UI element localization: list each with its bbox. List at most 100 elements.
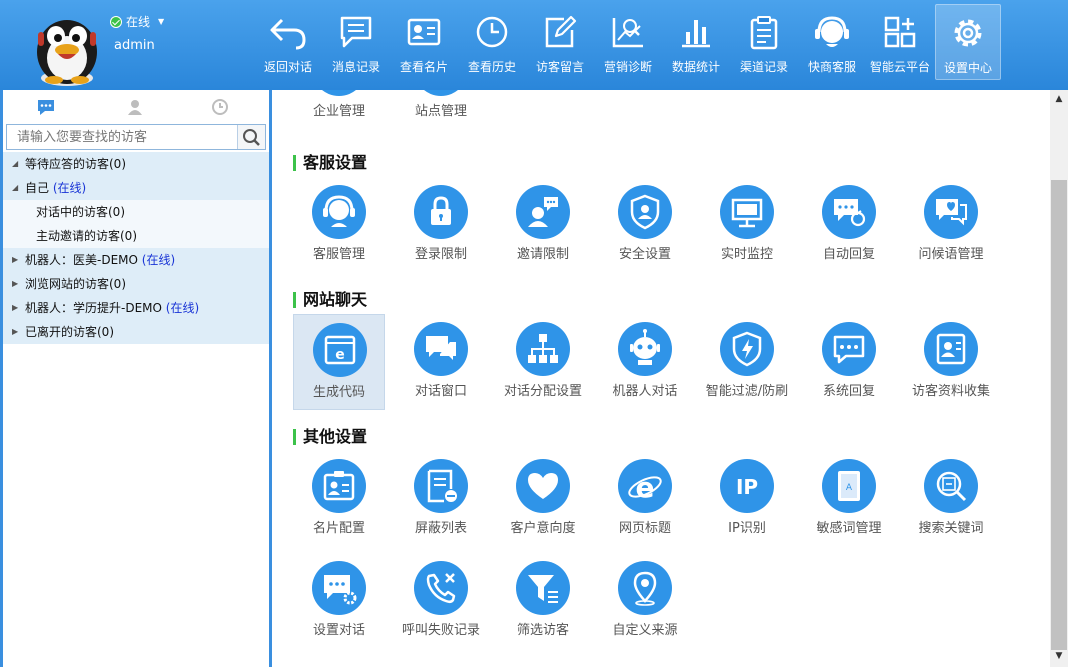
tile-call-failed[interactable]: 呼叫失败记录 — [395, 553, 487, 649]
status-text: 在线 — [126, 15, 151, 29]
monitor-icon — [731, 198, 763, 228]
online-status[interactable]: 在线 ▼ — [110, 13, 164, 30]
user-icon — [128, 100, 142, 115]
scroll-down-arrow-icon[interactable]: ▼ — [1050, 651, 1068, 665]
svg-text:IP: IP — [736, 475, 758, 499]
tile-smart-filter[interactable]: 智能过滤/防刷 — [701, 314, 793, 410]
nav-return-chat[interactable]: 返回对话 — [255, 4, 321, 80]
tile-enterprise-management[interactable]: 企业管理 — [293, 90, 385, 130]
tile-sensitive-words[interactable]: A 敏感词管理 — [803, 451, 895, 547]
tile-customer-intent[interactable]: 客户意向度 — [497, 451, 589, 547]
tree-invited[interactable]: 主动邀请的访客(0) — [3, 224, 269, 248]
location-pin-icon — [633, 571, 657, 606]
settings-content: 企业管理 站点管理 客服设置 客服管理 登录限制 邀请限制 安全设置 实时监控 … — [275, 90, 1050, 667]
robot-icon — [630, 329, 660, 365]
tile-label: 实时监控 — [720, 247, 773, 262]
tab-history[interactable] — [210, 98, 230, 116]
tile-chat-distribution[interactable]: 对话分配设置 — [497, 314, 589, 410]
tree-talking[interactable]: 对话中的访客(0) — [3, 200, 269, 224]
tile-system-reply[interactable]: 系统回复 — [803, 314, 895, 410]
search-input[interactable] — [7, 125, 235, 149]
tile-auto-reply[interactable]: 自动回复 — [803, 177, 895, 273]
search-button[interactable] — [237, 125, 265, 149]
nav-view-card[interactable]: 查看名片 — [391, 4, 457, 80]
message-record-icon — [340, 16, 372, 48]
scroll-thumb[interactable] — [1051, 180, 1067, 650]
nav-channel-record[interactable]: 渠道记录 — [731, 4, 797, 80]
tile-realtime-monitor[interactable]: 实时监控 — [701, 177, 793, 273]
tab-chat[interactable] — [36, 98, 56, 116]
nav-label: 数据统计 — [671, 60, 720, 74]
nav-marketing-diagnosis[interactable]: 营销诊断 — [595, 4, 661, 80]
scroll-up-arrow-icon[interactable]: ▲ — [1050, 94, 1068, 108]
visitor-panel: ◢ 等待应答的访客(0) ◢ 自己 (在线) 对话中的访客(0) 主动邀请的访客… — [0, 90, 272, 667]
nav-visitor-message[interactable]: 访客留言 — [527, 4, 593, 80]
tile-security-settings[interactable]: 安全设置 — [599, 177, 691, 273]
tile-label: 自定义来源 — [612, 623, 678, 638]
tile-ip-recognition[interactable]: IP IP识别 — [701, 451, 793, 547]
visitor-tabs — [3, 90, 269, 122]
tile-card-config[interactable]: 名片配置 — [293, 451, 385, 547]
avatar[interactable] — [28, 0, 106, 88]
collapsed-arrow-icon: ▶ — [12, 303, 19, 312]
tile-label: 生成代码 — [312, 385, 365, 400]
nav-settings-center[interactable]: 设置中心 — [935, 4, 1001, 80]
tile-label: 自动回复 — [822, 247, 875, 262]
tile-chat-window[interactable]: 对话窗口 — [395, 314, 487, 410]
call-failed-icon — [426, 573, 456, 604]
tile-custom-source[interactable]: 自定义来源 — [599, 553, 691, 649]
collapsed-arrow-icon: ▶ — [12, 327, 19, 336]
keyword-search-icon — [936, 471, 967, 502]
tile-greeting-management[interactable]: 问候语管理 — [905, 177, 997, 273]
filter-shield-icon — [732, 331, 762, 367]
tile-visitor-profile[interactable]: 访客资料收集 — [905, 314, 997, 410]
vertical-scrollbar[interactable]: ▲ ▼ — [1050, 90, 1068, 667]
tile-label: IP识别 — [728, 521, 766, 536]
nav-message-record[interactable]: 消息记录 — [323, 4, 389, 80]
tree-robot-medical[interactable]: ▶ 机器人：医美-DEMO (在线) — [3, 248, 269, 272]
tile-label: 呼叫失败记录 — [401, 623, 480, 638]
tile-login-restriction[interactable]: 登录限制 — [395, 177, 487, 273]
search-icon — [243, 129, 260, 146]
online-label: (在线) — [52, 181, 87, 195]
nav-label: 返回对话 — [263, 60, 312, 74]
ip-icon: IP — [736, 475, 758, 499]
tree-browsing[interactable]: ▶ 浏览网站的访客(0) — [3, 272, 269, 296]
tile-label: 客户意向度 — [510, 521, 576, 536]
tree-label: 等待应答的访客(0) — [25, 157, 126, 171]
tile-label: 对话窗口 — [414, 384, 467, 399]
tree-waiting[interactable]: ◢ 等待应答的访客(0) — [3, 152, 269, 176]
tile-generate-code[interactable]: e 生成代码 — [293, 314, 385, 410]
svg-text:e: e — [636, 471, 655, 504]
tree-left[interactable]: ▶ 已离开的访客(0) — [3, 320, 269, 344]
nav-kuaishang-service[interactable]: 快商客服 — [799, 4, 865, 80]
tile-search-keywords[interactable]: 搜索关键词 — [905, 451, 997, 547]
nav-smart-cloud[interactable]: 智能云平台 — [867, 4, 933, 80]
history-clock-icon — [476, 16, 508, 48]
section-title-service: 客服设置 — [293, 154, 367, 172]
tile-filter-visitors[interactable]: 筛选访客 — [497, 553, 589, 649]
tile-label: 登录限制 — [414, 247, 467, 262]
tile-label: 对话分配设置 — [503, 384, 582, 399]
nav-label: 查看历史 — [467, 60, 516, 74]
app-grid-icon — [884, 16, 916, 48]
tree-label: 已离开的访客(0) — [25, 325, 114, 339]
visitor-tree: ◢ 等待应答的访客(0) ◢ 自己 (在线) 对话中的访客(0) 主动邀请的访客… — [3, 152, 269, 344]
tile-robot-chat[interactable]: 机器人对话 — [599, 314, 691, 410]
card-config-icon — [323, 471, 355, 501]
tree-robot-education[interactable]: ▶ 机器人：学历提升-DEMO (在线) — [3, 296, 269, 320]
online-check-icon — [110, 15, 122, 28]
nav-view-history[interactable]: 查看历史 — [459, 4, 525, 80]
tile-web-title[interactable]: e 网页标题 — [599, 451, 691, 547]
security-shield-icon — [630, 194, 660, 230]
tree-self[interactable]: ◢ 自己 (在线) — [3, 176, 269, 200]
clock-icon — [212, 99, 228, 115]
chat-bubble-icon — [38, 100, 54, 115]
tile-agent-management[interactable]: 客服管理 — [293, 177, 385, 273]
tab-contacts[interactable] — [125, 98, 145, 116]
nav-data-statistics[interactable]: 数据统计 — [663, 4, 729, 80]
tile-block-list[interactable]: 屏蔽列表 — [395, 451, 487, 547]
tile-chat-settings[interactable]: 设置对话 — [293, 553, 385, 649]
tile-invite-restriction[interactable]: 邀请限制 — [497, 177, 589, 273]
tile-site-management[interactable]: 站点管理 — [395, 90, 487, 130]
